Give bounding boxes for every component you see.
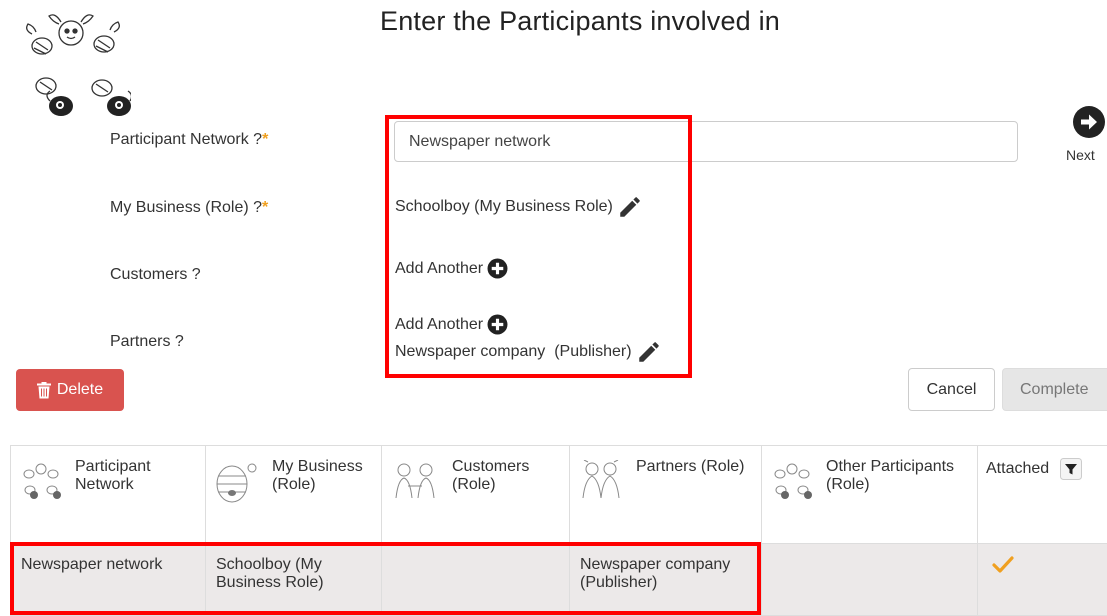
partners-value-text: Newspaper company (Publisher): [395, 343, 632, 361]
cell-partners: Newspaper company (Publisher): [570, 544, 762, 616]
table-header-row: Participant Network My Business (Role): [11, 446, 1107, 544]
bee-group-icon: [19, 460, 63, 500]
delete-button[interactable]: Delete: [16, 369, 124, 411]
column-header-customers[interactable]: Customers (Role): [382, 446, 570, 544]
cell-network: Newspaper network: [11, 544, 206, 616]
trash-icon: [37, 382, 51, 399]
delete-label: Delete: [57, 381, 103, 399]
customers-label: Customers ?: [110, 266, 201, 284]
beehive-icon: [214, 460, 260, 504]
column-header-network-label: Participant Network: [75, 458, 197, 494]
column-header-other[interactable]: Other Participants (Role): [762, 446, 978, 544]
next-label: Next: [1066, 147, 1107, 163]
plus-circle-icon: [487, 258, 508, 279]
page-title: Enter the Participants involved in: [380, 6, 780, 37]
required-mark: *: [262, 199, 268, 216]
complete-button[interactable]: Complete: [1002, 368, 1107, 411]
column-header-customers-label: Customers (Role): [452, 458, 561, 494]
customers-add-another[interactable]: Add Another: [395, 258, 508, 279]
plus-circle-icon: [487, 314, 508, 335]
bee-group-icon: [770, 460, 814, 500]
customers-add-text: Add Another: [395, 260, 483, 278]
cell-business: Schoolboy (My Business Role): [206, 544, 382, 616]
column-header-business-label: My Business (Role): [272, 458, 373, 494]
pencil-icon[interactable]: [636, 339, 662, 365]
participants-table: Participant Network My Business (Role): [10, 445, 1107, 616]
partners-label: Partners ?: [110, 333, 184, 351]
column-header-other-label: Other Participants (Role): [826, 458, 969, 494]
cancel-button[interactable]: Cancel: [908, 368, 995, 411]
filter-icon[interactable]: [1060, 458, 1082, 480]
table-row[interactable]: Newspaper network Schoolboy (My Business…: [11, 544, 1107, 616]
my-business-label: My Business (Role) ?*: [110, 199, 268, 217]
my-business-value: Schoolboy (My Business Role): [395, 194, 643, 220]
partners-add-text: Add Another: [395, 316, 483, 334]
bee-customers-icon: [390, 460, 440, 500]
column-header-partners[interactable]: Partners (Role): [570, 446, 762, 544]
bee-partners-icon: [578, 460, 624, 500]
column-header-network[interactable]: Participant Network: [11, 446, 206, 544]
cell-other: [762, 544, 978, 616]
cell-attached: [978, 544, 1107, 616]
partners-value: Newspaper company (Publisher): [395, 339, 662, 365]
column-header-partners-label: Partners (Role): [636, 458, 744, 476]
required-mark: *: [262, 131, 268, 148]
next-arrow-icon: [1072, 105, 1106, 139]
pencil-icon[interactable]: [617, 194, 643, 220]
cell-customers: [382, 544, 570, 616]
my-business-text: Schoolboy (My Business Role): [395, 198, 613, 216]
next-button[interactable]: Next: [1066, 105, 1107, 163]
column-header-business[interactable]: My Business (Role): [206, 446, 382, 544]
check-icon: [992, 556, 1014, 574]
column-header-attached[interactable]: Attached: [978, 446, 1107, 544]
bee-logo-icon: [16, 6, 131, 121]
participant-network-label: Participant Network ?*: [110, 131, 268, 149]
partners-add-another[interactable]: Add Another: [395, 314, 508, 335]
column-header-attached-label: Attached: [986, 460, 1049, 477]
participant-network-input[interactable]: [394, 121, 1018, 162]
